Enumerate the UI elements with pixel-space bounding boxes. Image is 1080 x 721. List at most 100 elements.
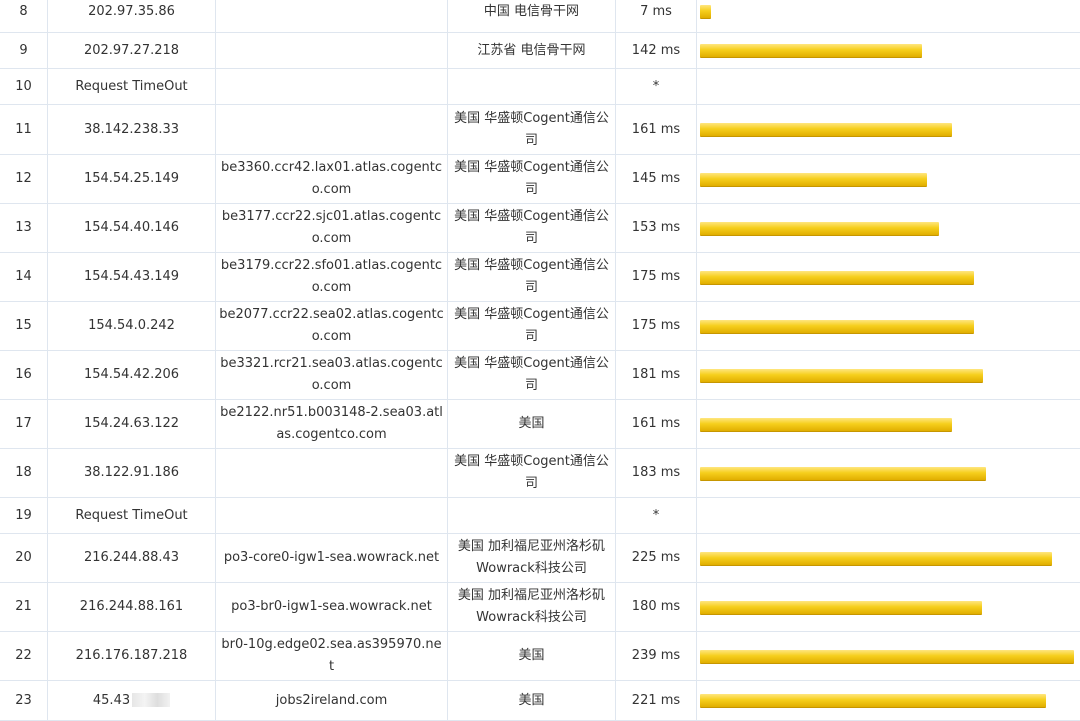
latency-bar-cell xyxy=(697,253,1080,302)
ip-address-cell: Request TimeOut xyxy=(48,69,216,105)
latency-cell: 175 ms xyxy=(616,302,697,351)
hostname-cell xyxy=(216,69,448,105)
latency-cell: * xyxy=(616,69,697,105)
latency-bar xyxy=(700,123,952,137)
latency-cell: * xyxy=(616,498,697,534)
ip-address-cell: 38.142.238.33 xyxy=(48,105,216,155)
location-cell: 中国 电信骨干网 xyxy=(448,0,616,33)
latency-bar-cell xyxy=(697,69,1080,105)
location-cell: 江苏省 电信骨干网 xyxy=(448,33,616,69)
hop-number-cell: 23 xyxy=(0,681,48,721)
table-row: 17154.24.63.122be2122.nr51.b003148-2.sea… xyxy=(0,400,1080,449)
location-cell: 美国 华盛顿Cogent通信公司 xyxy=(448,253,616,302)
hostname-cell xyxy=(216,449,448,498)
table-row: 1838.122.91.186美国 华盛顿Cogent通信公司183 ms xyxy=(0,449,1080,498)
latency-bar-cell xyxy=(697,583,1080,632)
location-cell: 美国 加利福尼亚州洛杉矶Wowrack科技公司 xyxy=(448,583,616,632)
location-cell: 美国 加利福尼亚州洛杉矶Wowrack科技公司 xyxy=(448,534,616,583)
ip-address-cell: 154.54.40.146 xyxy=(48,204,216,253)
location-cell: 美国 xyxy=(448,681,616,721)
hostname-cell: be3321.rcr21.sea03.atlas.cogentco.com xyxy=(216,351,448,400)
table-row: 20216.244.88.43po3-core0-igw1-sea.wowrac… xyxy=(0,534,1080,583)
hostname-cell: be3179.ccr22.sfo01.atlas.cogentco.com xyxy=(216,253,448,302)
latency-bar-cell xyxy=(697,449,1080,498)
hop-number-cell: 16 xyxy=(0,351,48,400)
latency-bar-cell xyxy=(697,204,1080,253)
location-cell: 美国 xyxy=(448,632,616,681)
ip-address-cell: 216.244.88.43 xyxy=(48,534,216,583)
latency-bar xyxy=(700,552,1052,566)
ip-address-cell: 216.244.88.161 xyxy=(48,583,216,632)
location-cell: 美国 华盛顿Cogent通信公司 xyxy=(448,351,616,400)
latency-bar xyxy=(700,44,922,58)
latency-bar-cell xyxy=(697,0,1080,33)
latency-bar xyxy=(700,694,1046,708)
hostname-cell xyxy=(216,498,448,534)
latency-bar xyxy=(700,369,983,383)
ip-address-cell: Request TimeOut xyxy=(48,498,216,534)
latency-bar-cell xyxy=(697,400,1080,449)
latency-bar-cell xyxy=(697,155,1080,204)
latency-cell: 221 ms xyxy=(616,681,697,721)
hostname-cell: po3-br0-igw1-sea.wowrack.net xyxy=(216,583,448,632)
ip-address-cell: 154.24.63.122 xyxy=(48,400,216,449)
hop-number-cell: 15 xyxy=(0,302,48,351)
hop-number-cell: 11 xyxy=(0,105,48,155)
latency-bar-cell xyxy=(697,534,1080,583)
ip-address-cell: 154.54.25.149 xyxy=(48,155,216,204)
table-row: 1138.142.238.33 美国 华盛顿Cogent通信公司161 ms xyxy=(0,105,1080,155)
ip-address-cell: 202.97.35.86 xyxy=(48,0,216,33)
hostname-cell xyxy=(216,0,448,33)
table-row: 12154.54.25.149be3360.ccr42.lax01.atlas.… xyxy=(0,155,1080,204)
latency-bar-cell xyxy=(697,105,1080,155)
latency-bar-cell xyxy=(697,632,1080,681)
latency-cell: 225 ms xyxy=(616,534,697,583)
hop-number-cell: 12 xyxy=(0,155,48,204)
hostname-cell: be2122.nr51.b003148-2.sea03.atlas.cogent… xyxy=(216,400,448,449)
hop-number-cell: 20 xyxy=(0,534,48,583)
latency-bar-cell xyxy=(697,498,1080,534)
ip-address-cell: 154.54.43.149 xyxy=(48,253,216,302)
latency-bar xyxy=(700,650,1074,664)
latency-cell: 161 ms xyxy=(616,400,697,449)
table-row: 9202.97.27.218江苏省 电信骨干网142 ms xyxy=(0,33,1080,69)
hop-number-cell: 18 xyxy=(0,449,48,498)
latency-cell: 239 ms xyxy=(616,632,697,681)
latency-bar xyxy=(700,271,974,285)
ip-address-cell: 45.43 xyxy=(48,681,216,721)
hop-number-cell: 19 xyxy=(0,498,48,534)
latency-cell: 161 ms xyxy=(616,105,697,155)
hostname-cell: br0-10g.edge02.sea.as395970.net xyxy=(216,632,448,681)
table-row: 19Request TimeOut * xyxy=(0,498,1080,534)
hostname-cell: be3360.ccr42.lax01.atlas.cogentco.com xyxy=(216,155,448,204)
location-cell: 美国 华盛顿Cogent通信公司 xyxy=(448,155,616,204)
latency-bar xyxy=(700,601,982,615)
hop-number-cell: 21 xyxy=(0,583,48,632)
latency-bar-cell xyxy=(697,681,1080,721)
location-cell: 美国 华盛顿Cogent通信公司 xyxy=(448,449,616,498)
ip-address-cell: 154.54.0.242 xyxy=(48,302,216,351)
hop-number-cell: 22 xyxy=(0,632,48,681)
table-row: 10Request TimeOut * xyxy=(0,69,1080,105)
table-row: 2345.43jobs2ireland.com美国221 ms xyxy=(0,681,1080,721)
latency-bar-cell xyxy=(697,302,1080,351)
location-cell: 美国 华盛顿Cogent通信公司 xyxy=(448,105,616,155)
latency-cell: 181 ms xyxy=(616,351,697,400)
latency-cell: 7 ms xyxy=(616,0,697,33)
latency-cell: 153 ms xyxy=(616,204,697,253)
latency-cell: 183 ms xyxy=(616,449,697,498)
ip-address-cell: 202.97.27.218 xyxy=(48,33,216,69)
hop-number-cell: 10 xyxy=(0,69,48,105)
hop-number-cell: 9 xyxy=(0,33,48,69)
location-cell: 美国 华盛顿Cogent通信公司 xyxy=(448,204,616,253)
latency-cell: 180 ms xyxy=(616,583,697,632)
location-cell: 美国 xyxy=(448,400,616,449)
traceroute-table: 8202.97.35.86 中国 电信骨干网7 ms 9202.97.27.218 江… xyxy=(0,0,1080,721)
latency-bar-cell xyxy=(697,351,1080,400)
hostname-cell: po3-core0-igw1-sea.wowrack.net xyxy=(216,534,448,583)
latency-bar xyxy=(700,5,711,19)
table-row: 15154.54.0.242be2077.ccr22.sea02.atlas.c… xyxy=(0,302,1080,351)
table-row: 21216.244.88.161po3-br0-igw1-sea.wowrack… xyxy=(0,583,1080,632)
table-row: 8202.97.35.86 中国 电信骨干网7 ms xyxy=(0,0,1080,33)
hop-number-cell: 8 xyxy=(0,0,48,33)
